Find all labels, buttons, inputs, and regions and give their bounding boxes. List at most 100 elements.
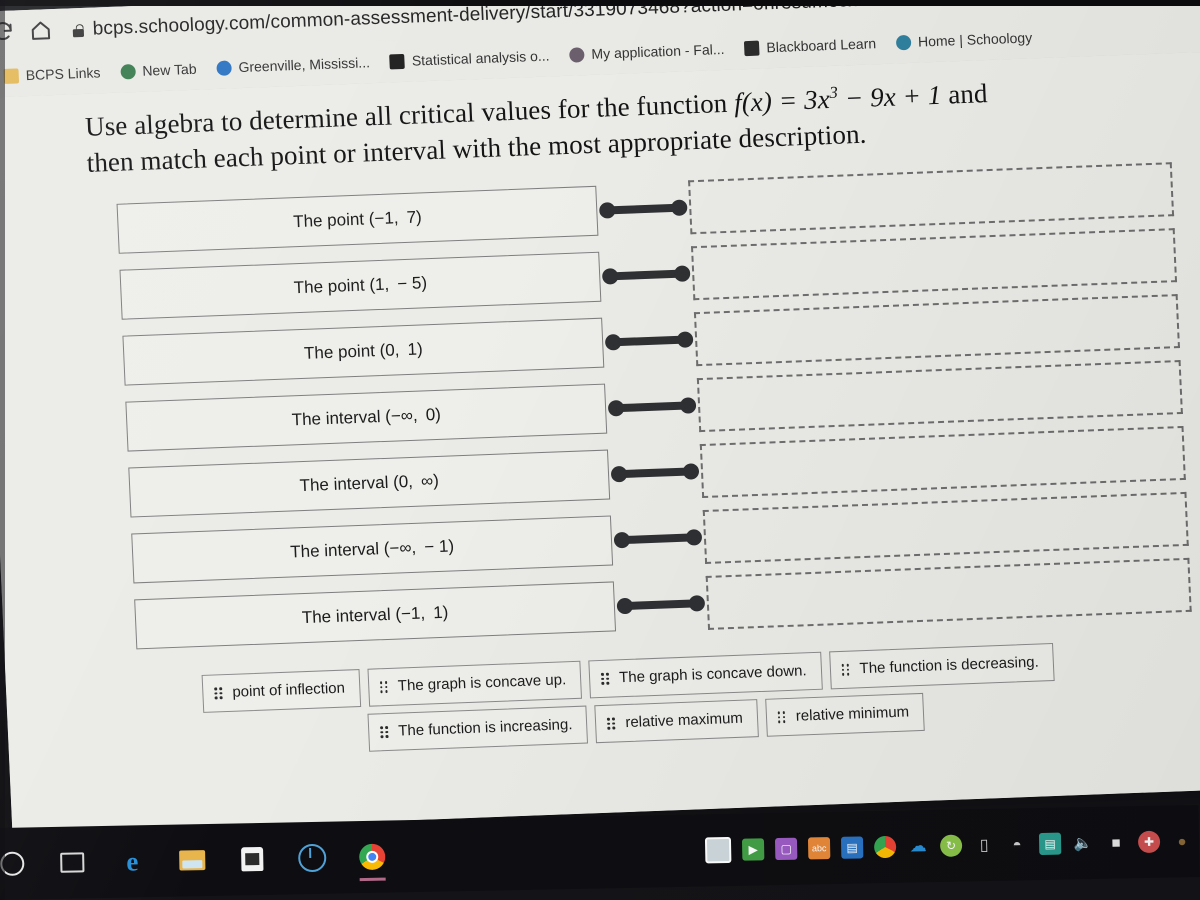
- notification-icon[interactable]: ●: [1171, 830, 1193, 852]
- file-explorer-icon[interactable]: [177, 845, 208, 876]
- question-text-part2: and: [940, 78, 989, 110]
- drop-zone-6[interactable]: [702, 492, 1189, 565]
- connector-icon: [612, 526, 705, 551]
- answer-chip-label: relative maximum: [625, 709, 744, 732]
- answer-chip-label: relative minimum: [795, 703, 910, 725]
- match-prompt-3[interactable]: The point (0, 1): [122, 317, 605, 386]
- answer-bank: point of inflection The graph is concave…: [6, 635, 1200, 765]
- answer-chip-concave-down[interactable]: The graph is concave down.: [588, 651, 823, 699]
- fn-rest: − 9x + 1: [837, 79, 943, 114]
- answer-chip-label: The function is decreasing.: [859, 653, 1040, 678]
- laptop-screen-photo: Log in | Federal St × Schoology × Meet -…: [0, 0, 1200, 900]
- bookmark-statistical-analysis[interactable]: Statistical analysis o...: [380, 44, 559, 73]
- folder-icon: [3, 67, 20, 84]
- onedrive-icon[interactable]: ☁: [907, 835, 929, 857]
- bookmark-bcps-links[interactable]: BCPS Links: [0, 61, 110, 87]
- display-icon[interactable]: ▯: [973, 834, 995, 856]
- chrome-icon[interactable]: [357, 842, 388, 882]
- match-prompt-7[interactable]: The interval (−1, 1): [134, 581, 617, 650]
- microsoft-store-icon[interactable]: [237, 844, 268, 875]
- site-icon: [389, 53, 406, 69]
- drag-handle-icon[interactable]: [607, 717, 617, 730]
- bookmark-label: Blackboard Learn: [766, 35, 877, 56]
- drop-zone-1[interactable]: [688, 162, 1175, 235]
- power-icon[interactable]: [297, 843, 328, 874]
- assessment-page: Use algebra to determine all critical va…: [0, 50, 1200, 836]
- printer-icon[interactable]: ▤: [1038, 832, 1062, 856]
- site-icon: [569, 46, 585, 63]
- task-view-icon[interactable]: [57, 847, 88, 878]
- connector-icon: [597, 197, 690, 222]
- match-prompt-2[interactable]: The point (1, − 5): [119, 251, 602, 320]
- answer-chip-concave-up[interactable]: The graph is concave up.: [367, 660, 583, 707]
- bookmark-blackboard-learn[interactable]: Blackboard Learn: [735, 32, 886, 60]
- drop-zone-3[interactable]: [693, 294, 1180, 367]
- answer-chip-relative-maximum[interactable]: relative maximum: [594, 699, 759, 744]
- lock-icon: [72, 23, 84, 36]
- screen-bezel-left: [0, 0, 5, 900]
- screen-bezel-top: [0, 0, 1200, 6]
- function-expression: f(x) = 3x3 − 9x + 1: [733, 80, 942, 118]
- bookmark-label: Greenville, Mississi...: [238, 54, 371, 76]
- drop-zone-5[interactable]: [699, 426, 1186, 499]
- match-prompt-1[interactable]: The point (−1, 7): [116, 186, 599, 255]
- answer-chip-label: point of inflection: [232, 679, 346, 702]
- chrome-browser-window: Log in | Federal St × Schoology × Meet -…: [0, 0, 1200, 836]
- security-icon[interactable]: ✚: [1137, 830, 1161, 854]
- answer-chip-label: The graph is concave up.: [397, 671, 567, 695]
- answer-chip-function-decreasing[interactable]: The function is decreasing.: [828, 643, 1055, 690]
- bookmark-label: My application - Fal...: [591, 40, 725, 62]
- drag-handle-icon[interactable]: [777, 710, 788, 724]
- edge-icon[interactable]: e: [117, 846, 148, 877]
- connector-icon: [606, 394, 699, 419]
- bookmark-label: New Tab: [141, 60, 197, 79]
- taskbar-pinned-apps: e: [0, 829, 388, 892]
- site-icon: [895, 34, 912, 50]
- media-player-icon[interactable]: ▶: [741, 838, 765, 861]
- connector-icon: [614, 592, 707, 617]
- connector-icon: [600, 263, 693, 288]
- drag-handle-icon[interactable]: [379, 680, 390, 694]
- drop-zone-4[interactable]: [696, 360, 1183, 433]
- answer-chip-function-increasing[interactable]: The function is increasing.: [367, 705, 589, 752]
- sync-icon[interactable]: ↻: [939, 834, 963, 857]
- answer-chip-point-of-inflection[interactable]: point of inflection: [201, 669, 361, 714]
- excel-icon[interactable]: ▤: [840, 836, 864, 859]
- volume-icon[interactable]: 🔈: [1072, 832, 1094, 854]
- photos-icon[interactable]: [704, 836, 732, 864]
- home-icon[interactable]: [28, 18, 55, 45]
- drag-handle-icon[interactable]: [841, 663, 851, 676]
- chrome-tray-icon[interactable]: [873, 835, 897, 859]
- bookmark-greenville[interactable]: Greenville, Mississi...: [207, 51, 379, 79]
- fn-eq: = 3: [771, 84, 819, 117]
- drop-zone-2[interactable]: [690, 228, 1178, 301]
- bookmark-my-application[interactable]: My application - Fal...: [560, 38, 734, 66]
- globe-icon: [120, 63, 136, 80]
- drag-handle-icon[interactable]: [214, 686, 224, 700]
- system-tray: ▶ ▢ abc ▤ ☁ ↻ ▯ ◓ ▤ 🔈 ■ ✚ ●: [704, 819, 1194, 872]
- match-prompt-6[interactable]: The interval (−∞, − 1): [131, 515, 614, 584]
- wifi-icon[interactable]: ◓: [1006, 833, 1028, 855]
- site-icon: [744, 40, 760, 56]
- match-prompt-5[interactable]: The interval (0, ∞): [128, 449, 611, 518]
- fn-arg: (x): [741, 86, 773, 118]
- onenote-icon[interactable]: ▢: [774, 837, 798, 861]
- answer-chip-relative-minimum[interactable]: relative minimum: [764, 693, 925, 738]
- chrome-active-indicator: [359, 877, 386, 882]
- site-icon: [216, 59, 232, 76]
- bookmark-label: Home | Schoology: [917, 29, 1033, 50]
- battery-icon[interactable]: ■: [1105, 831, 1127, 853]
- abc-icon[interactable]: abc: [807, 837, 831, 860]
- answer-chip-label: The function is increasing.: [397, 716, 573, 740]
- match-prompt-4[interactable]: The interval (−∞, 0): [125, 383, 608, 452]
- connector-icon: [609, 460, 702, 485]
- drop-zone-7[interactable]: [705, 558, 1192, 631]
- bookmark-home-schoology[interactable]: Home | Schoology: [887, 26, 1042, 54]
- drag-handle-icon[interactable]: [600, 672, 611, 685]
- bookmark-label: Statistical analysis o...: [411, 47, 550, 69]
- answer-chip-label: The graph is concave down.: [618, 662, 808, 687]
- matching-grid: The point (−1, 7) The point (1, − 5) The…: [0, 156, 1200, 661]
- bookmark-label: BCPS Links: [25, 64, 101, 84]
- drag-handle-icon[interactable]: [380, 725, 390, 739]
- bookmark-new-tab[interactable]: New Tab: [111, 57, 206, 83]
